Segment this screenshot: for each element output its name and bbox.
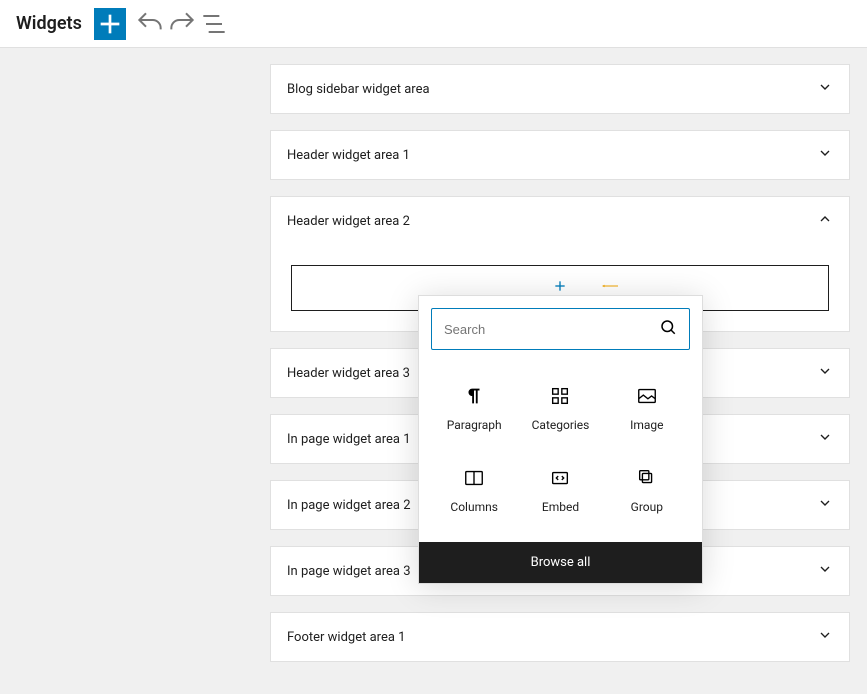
chevron-down-icon xyxy=(817,627,833,647)
block-item-embed[interactable]: Embed xyxy=(517,452,603,526)
widget-area-panel: Footer widget area 1 xyxy=(270,612,850,662)
widget-area-panel: Blog sidebar widget area xyxy=(270,64,850,114)
page-title: Widgets xyxy=(16,13,82,34)
widget-area-label: Footer widget area 1 xyxy=(287,630,405,645)
search-box[interactable] xyxy=(431,308,690,350)
widget-area-header[interactable]: Footer widget area 1 xyxy=(271,613,849,661)
block-label: Image xyxy=(608,418,686,432)
widget-area-label: In page widget area 3 xyxy=(287,564,411,579)
widget-area-label: Header widget area 3 xyxy=(287,366,410,381)
chevron-down-icon xyxy=(817,145,833,165)
block-label: Columns xyxy=(435,500,513,514)
chevron-down-icon xyxy=(817,363,833,383)
chevron-up-icon xyxy=(817,211,833,231)
search-icon xyxy=(659,318,677,340)
block-grid: Paragraph Categories Image Columns xyxy=(419,362,702,542)
image-icon xyxy=(608,382,686,410)
block-item-columns[interactable]: Columns xyxy=(431,452,517,526)
top-toolbar: Widgets xyxy=(0,0,867,48)
block-label: Embed xyxy=(521,500,599,514)
block-item-image[interactable]: Image xyxy=(604,370,690,444)
chevron-down-icon xyxy=(817,429,833,449)
block-label: Paragraph xyxy=(435,418,513,432)
chevron-down-icon xyxy=(817,79,833,99)
widget-area-label: In page widget area 1 xyxy=(287,432,411,447)
search-input[interactable] xyxy=(444,322,659,337)
search-wrap xyxy=(419,296,702,362)
browse-all-button[interactable]: Browse all xyxy=(419,542,702,583)
redo-button[interactable] xyxy=(166,8,198,40)
add-block-toolbar-button[interactable] xyxy=(94,8,126,40)
widget-area-label: Blog sidebar widget area xyxy=(287,82,430,97)
content-area: Blog sidebar widget area Header widget a… xyxy=(0,48,867,694)
block-item-paragraph[interactable]: Paragraph xyxy=(431,370,517,444)
widget-areas-list: Blog sidebar widget area Header widget a… xyxy=(270,64,850,662)
widget-area-label: Header widget area 2 xyxy=(287,214,410,229)
block-label: Group xyxy=(608,500,686,514)
categories-icon xyxy=(521,382,599,410)
block-item-categories[interactable]: Categories xyxy=(517,370,603,444)
chevron-down-icon xyxy=(817,495,833,515)
paragraph-icon xyxy=(435,382,513,410)
embed-icon xyxy=(521,464,599,492)
chevron-down-icon xyxy=(817,561,833,581)
group-icon xyxy=(608,464,686,492)
widget-area-header[interactable]: Blog sidebar widget area xyxy=(271,65,849,113)
undo-button[interactable] xyxy=(134,8,166,40)
widget-area-panel-expanded: Header widget area 2 xyxy=(270,196,850,332)
block-inserter-popup: Paragraph Categories Image Columns xyxy=(418,295,703,584)
widget-area-header[interactable]: Header widget area 1 xyxy=(271,131,849,179)
widget-area-label: Header widget area 1 xyxy=(287,148,410,163)
widget-area-header[interactable]: Header widget area 2 xyxy=(271,197,849,245)
widget-area-panel: Header widget area 1 xyxy=(270,130,850,180)
list-view-button[interactable] xyxy=(198,8,230,40)
columns-icon xyxy=(435,464,513,492)
block-item-group[interactable]: Group xyxy=(604,452,690,526)
block-label: Categories xyxy=(521,418,599,432)
widget-area-label: In page widget area 2 xyxy=(287,498,411,513)
